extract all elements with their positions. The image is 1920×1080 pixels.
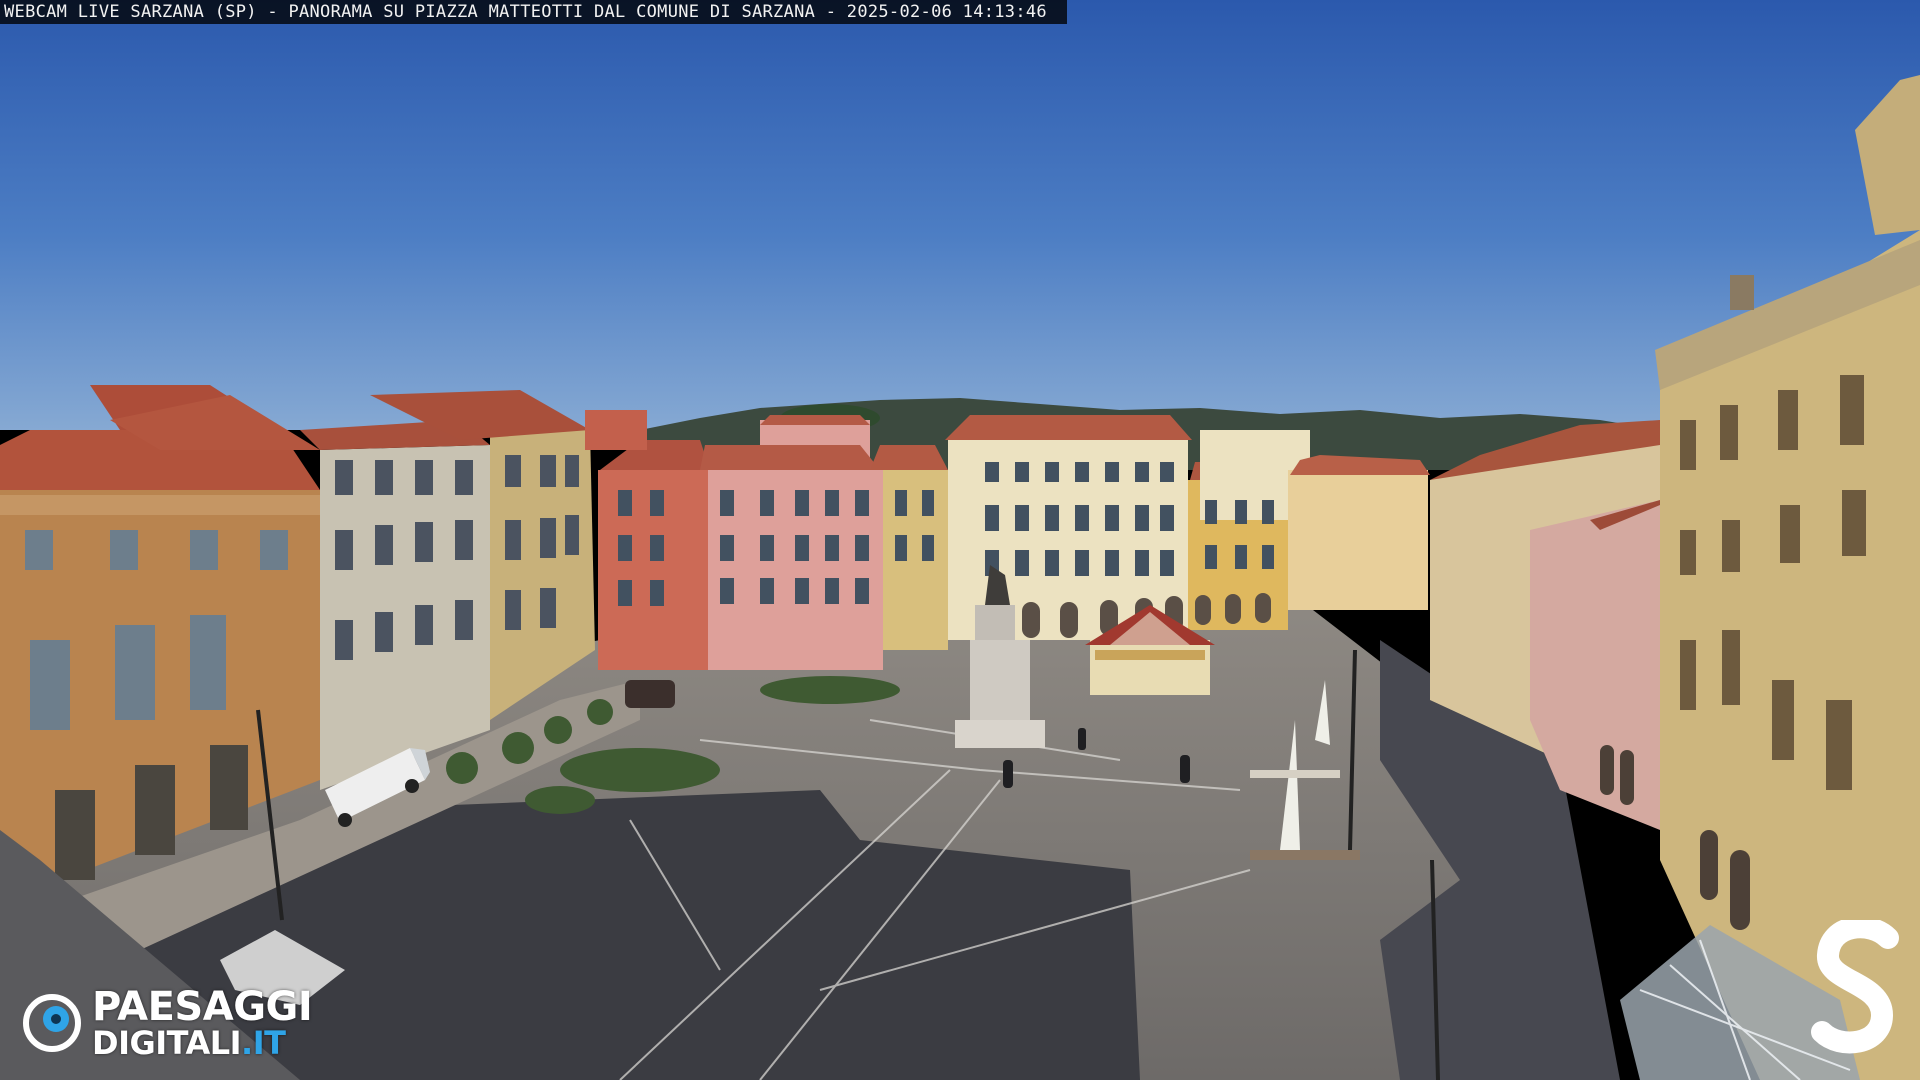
paesaggi-digitali-logo: PAESAGGI DIGITALI.IT — [22, 984, 313, 1059]
logo-line2-suffix: .IT — [241, 1024, 286, 1062]
dark-car — [625, 680, 675, 708]
s-logo-icon — [1810, 916, 1905, 1060]
sky — [0, 0, 1920, 430]
webcam-scene — [0, 0, 1920, 1080]
webcam-caption: WEBCAM LIVE SARZANA (SP) - PANORAMA SU P… — [0, 0, 1067, 24]
logo-line2-main: DIGITALI — [92, 1024, 242, 1062]
eye-icon — [22, 993, 82, 1053]
logo-line1: PAESAGGI — [92, 984, 313, 1030]
